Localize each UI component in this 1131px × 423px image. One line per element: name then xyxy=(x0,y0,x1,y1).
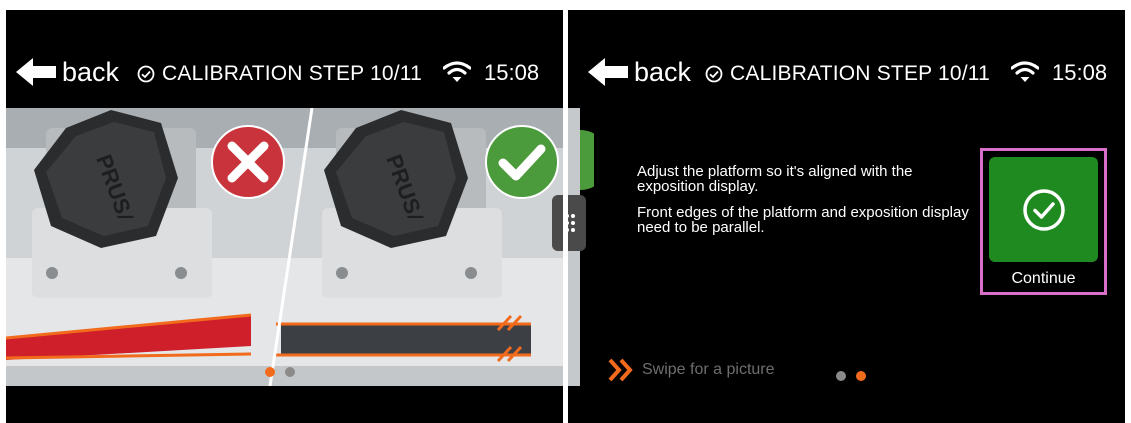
back-arrow-icon xyxy=(16,58,56,86)
back-label: back xyxy=(634,56,692,87)
knob-text-left: PRUSA xyxy=(91,151,141,218)
calibration-instruction-screen: back CALIBRATION STEP 10/11 15:08 Adjust… xyxy=(568,10,1125,423)
check-circle-icon xyxy=(137,65,155,83)
page-title-text: CALIBRATION STEP 10/11 xyxy=(730,62,990,85)
clock: 15:08 xyxy=(484,60,540,85)
grip-dots-icon xyxy=(568,214,575,232)
instruction-text: Adjust the platform so it's aligned with… xyxy=(637,164,977,246)
page-dot-active[interactable] xyxy=(856,371,866,381)
page-dot-active[interactable] xyxy=(265,367,275,377)
top-bar: back CALIBRATION STEP 10/11 15:08 xyxy=(568,10,1125,108)
swipe-hint-text: Swipe for a picture xyxy=(642,361,775,378)
check-mark-icon xyxy=(580,130,594,190)
page-title: CALIBRATION STEP 10/11 xyxy=(705,62,990,86)
knob-lettering-right: PRUSA xyxy=(381,151,431,218)
calibration-picture-screen: back CALIBRATION STEP 10/11 15:08 PRUSA … xyxy=(6,10,563,423)
back-button[interactable]: back xyxy=(588,56,691,88)
instruction-line-2: Front edges of the platform and expositi… xyxy=(637,204,969,236)
calibration-photo[interactable]: PRUSA PRUSA xyxy=(6,108,563,386)
back-label: back xyxy=(62,56,120,87)
drawer-handle[interactable] xyxy=(552,195,563,251)
knob-text-right: PRUSA xyxy=(381,151,431,218)
double-chevron-right-icon xyxy=(608,358,633,382)
continue-button[interactable]: Continue xyxy=(980,148,1107,295)
page-title: CALIBRATION STEP 10/11 xyxy=(137,62,422,86)
instruction-line-1: Adjust the platform so it's aligned with… xyxy=(637,163,913,195)
drawer-handle[interactable] xyxy=(568,195,586,251)
top-bar: back CALIBRATION STEP 10/11 15:08 xyxy=(6,10,563,108)
back-arrow-icon xyxy=(588,58,628,86)
continue-tile[interactable] xyxy=(989,157,1098,262)
page-dot[interactable] xyxy=(836,371,846,381)
check-mark-icon xyxy=(485,125,559,199)
page-indicator xyxy=(265,367,295,377)
page-dot[interactable] xyxy=(285,367,295,377)
back-button[interactable]: back xyxy=(16,56,119,88)
swipe-hint[interactable]: Swipe for a picture xyxy=(608,358,775,382)
check-circle-icon xyxy=(705,65,723,83)
page-title-text: CALIBRATION STEP 10/11 xyxy=(162,62,422,85)
knob-lettering-left: PRUSA xyxy=(91,151,141,218)
clock: 15:08 xyxy=(1052,60,1108,85)
wifi-icon xyxy=(1011,61,1039,82)
continue-label: Continue xyxy=(1011,270,1076,287)
check-circle-icon xyxy=(1022,188,1065,231)
x-mark-icon xyxy=(211,125,285,199)
wifi-icon xyxy=(443,61,471,82)
page-indicator xyxy=(836,371,866,381)
